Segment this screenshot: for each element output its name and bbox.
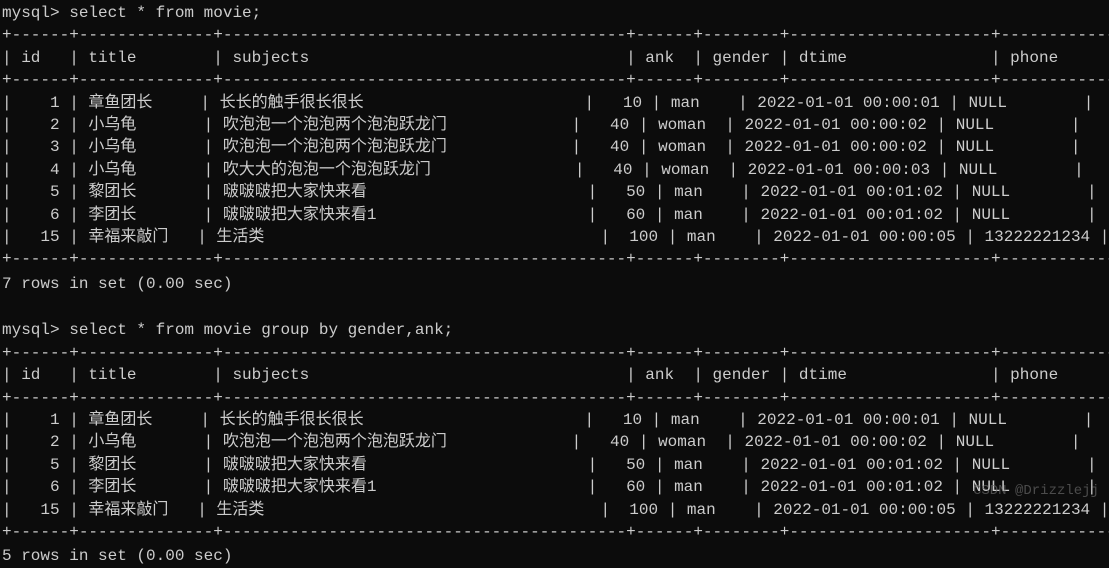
mysql-prompt-1[interactable]: mysql> select * from movie; bbox=[0, 2, 1109, 24]
mysql-prompt-2[interactable]: mysql> select * from movie group by gend… bbox=[0, 319, 1109, 341]
table2-border-mid: +------+--------------+-----------------… bbox=[0, 387, 1109, 409]
table2-header: | id | title | subjects | ank | gender |… bbox=[0, 364, 1109, 386]
table1-header: | id | title | subjects | ank | gender |… bbox=[0, 47, 1109, 69]
table-row: | 6 | 李团长 | 啵啵啵把大家快来看1 | 60 | man | 2022… bbox=[0, 204, 1109, 226]
table2-border-top: +------+--------------+-----------------… bbox=[0, 342, 1109, 364]
table2-body: | 1 | 章鱼团长 | 长长的触手很长很长 | 10 | man | 2022… bbox=[0, 409, 1109, 521]
table-row: | 1 | 章鱼团长 | 长长的触手很长很长 | 10 | man | 2022… bbox=[0, 92, 1109, 114]
status-line-1: 7 rows in set (0.00 sec) bbox=[0, 273, 1109, 295]
table1-border-bottom: +------+--------------+-----------------… bbox=[0, 248, 1109, 270]
table2-border-bottom: +------+--------------+-----------------… bbox=[0, 521, 1109, 543]
watermark: CSDN @Drizzlejj bbox=[973, 482, 1099, 502]
table-row: | 3 | 小乌龟 | 吹泡泡一个泡泡两个泡泡跃龙门 | 40 | woman … bbox=[0, 136, 1109, 158]
table-row: | 4 | 小乌龟 | 吹大大的泡泡一个泡泡跃龙门 | 40 | woman |… bbox=[0, 159, 1109, 181]
table-row: | 15 | 幸福来敲门 | 生活类 | 100 | man | 2022-01… bbox=[0, 226, 1109, 248]
table1-body: | 1 | 章鱼团长 | 长长的触手很长很长 | 10 | man | 2022… bbox=[0, 92, 1109, 249]
table-row: | 2 | 小乌龟 | 吹泡泡一个泡泡两个泡泡跃龙门 | 40 | woman … bbox=[0, 114, 1109, 136]
table-row: | 5 | 黎团长 | 啵啵啵把大家快来看 | 50 | man | 2022-… bbox=[0, 454, 1109, 476]
table-row: | 5 | 黎团长 | 啵啵啵把大家快来看 | 50 | man | 2022-… bbox=[0, 181, 1109, 203]
table1-border-top: +------+--------------+-----------------… bbox=[0, 24, 1109, 46]
table-row: | 2 | 小乌龟 | 吹泡泡一个泡泡两个泡泡跃龙门 | 40 | woman … bbox=[0, 431, 1109, 453]
table-row: | 6 | 李团长 | 啵啵啵把大家快来看1 | 60 | man | 2022… bbox=[0, 476, 1109, 498]
table-row: | 1 | 章鱼团长 | 长长的触手很长很长 | 10 | man | 2022… bbox=[0, 409, 1109, 431]
table1-border-mid: +------+--------------+-----------------… bbox=[0, 69, 1109, 91]
blank-line-1 bbox=[0, 297, 1109, 319]
status-line-2: 5 rows in set (0.00 sec) bbox=[0, 545, 1109, 567]
